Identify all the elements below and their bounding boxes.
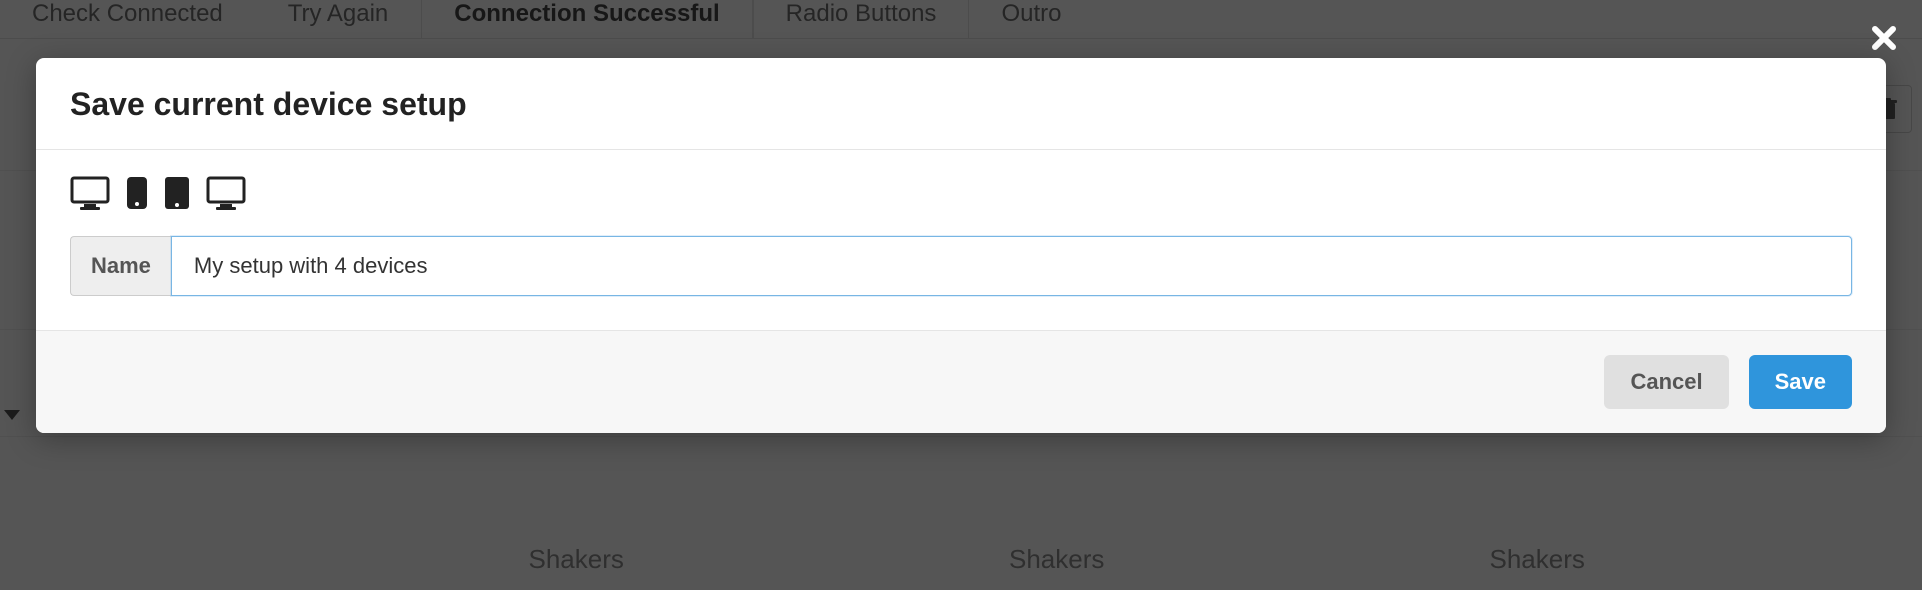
close-button[interactable] [1866, 20, 1902, 56]
name-input-group: Name [70, 236, 1852, 296]
modal-header: Save current device setup [36, 58, 1886, 150]
tablet-icon [164, 176, 190, 210]
name-input[interactable] [171, 236, 1852, 296]
desktop-icon [70, 176, 110, 210]
devices-row [70, 176, 1852, 210]
cancel-button[interactable]: Cancel [1604, 355, 1728, 409]
phone-icon [126, 176, 148, 210]
save-setup-modal: Save current device setup [36, 58, 1886, 433]
modal-body: Name [36, 150, 1886, 330]
close-icon [1871, 25, 1897, 51]
save-button[interactable]: Save [1749, 355, 1852, 409]
modal-footer: Cancel Save [36, 330, 1886, 433]
desktop-icon [206, 176, 246, 210]
name-label: Name [70, 236, 171, 296]
modal-overlay[interactable]: Save current device setup [0, 0, 1922, 590]
modal-title: Save current device setup [70, 86, 1852, 123]
